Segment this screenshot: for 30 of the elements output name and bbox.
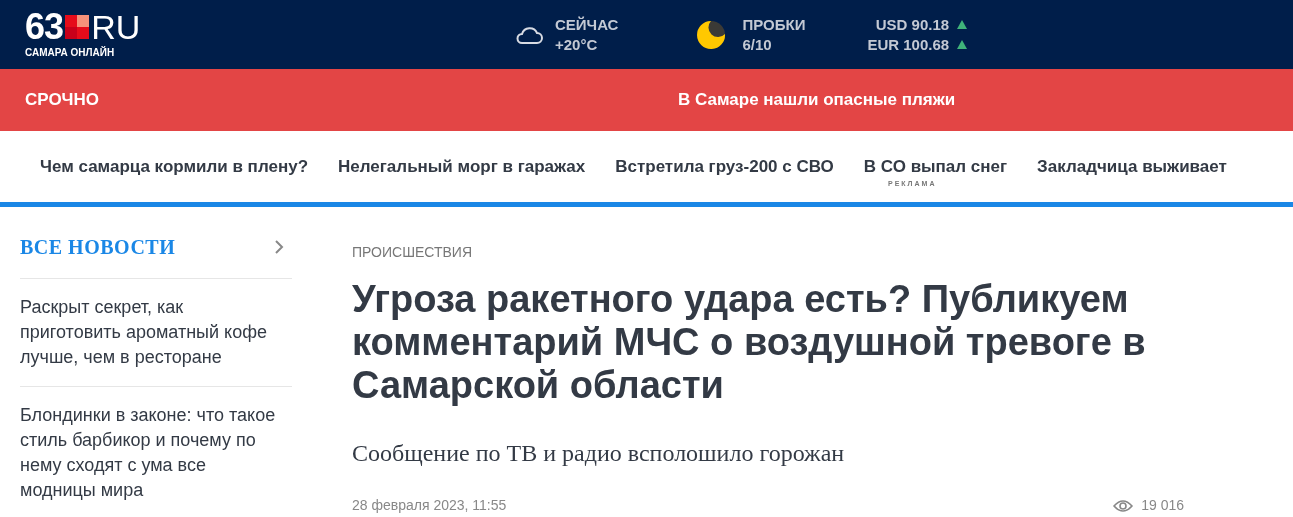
logo-squares-icon xyxy=(65,15,90,39)
article-category: ПРОИСШЕСТВИЯ xyxy=(352,243,474,262)
eye-icon xyxy=(1113,498,1134,513)
weather-value: +20°C xyxy=(555,34,599,55)
all-news-link[interactable]: ВСЕ НОВОСТИ xyxy=(20,232,176,262)
news-item-link[interactable]: Раскрыт секрет, как приготовить ароматный кофе лучше, чем в ресторане xyxy=(20,295,284,370)
topic-link[interactable]: Встретила груз-200 с СВО xyxy=(615,153,834,180)
article-date: 28 февраля 2023, 11:55 xyxy=(352,496,507,515)
logo-domain: RU xyxy=(91,10,141,44)
logo-number: 63 xyxy=(25,9,64,45)
traffic-value: 6/10 xyxy=(742,34,773,55)
topic-link[interactable]: В СО выпал снег xyxy=(863,153,1008,180)
chevron-right-icon[interactable] xyxy=(274,239,284,255)
breaking-label: СРОЧНО xyxy=(25,89,101,112)
weather-label: СЕЙЧАС xyxy=(555,14,619,35)
site-logo[interactable]: 63 RU САМАРА ОНЛАЙН xyxy=(25,9,195,60)
cloud-icon xyxy=(515,24,543,45)
view-count: 19 016 xyxy=(1141,496,1184,515)
news-item-link[interactable]: Блондинки в законе: что такое стиль барбикор и почему по нему сходят с ума все модницы мира xyxy=(20,403,284,503)
currency-rate: USD 90.18 xyxy=(875,14,950,35)
article-title: Угроза ракетного удара есть? Публикуем комментарий МЧС о воздушной тревоге в Самарской области xyxy=(352,278,1147,407)
breaking-headline[interactable]: В Самаре нашли опасные пляжи xyxy=(678,87,956,113)
topic-link[interactable]: Чем самарца кормили в плену? xyxy=(40,153,309,180)
article-subtitle: Сообщение по ТВ и радио всполошило горожан xyxy=(352,439,846,468)
topic-link[interactable]: Закладчица выживает xyxy=(1037,153,1227,180)
traffic-circle-icon xyxy=(696,19,727,50)
logo-subtitle: САМАРА ОНЛАЙН xyxy=(25,45,116,60)
traffic-label: ПРОБКИ xyxy=(742,14,806,35)
topic-link[interactable]: Нелегальный морг в гаражах xyxy=(338,153,586,180)
currency-rate: EUR 100.68 xyxy=(867,34,950,55)
